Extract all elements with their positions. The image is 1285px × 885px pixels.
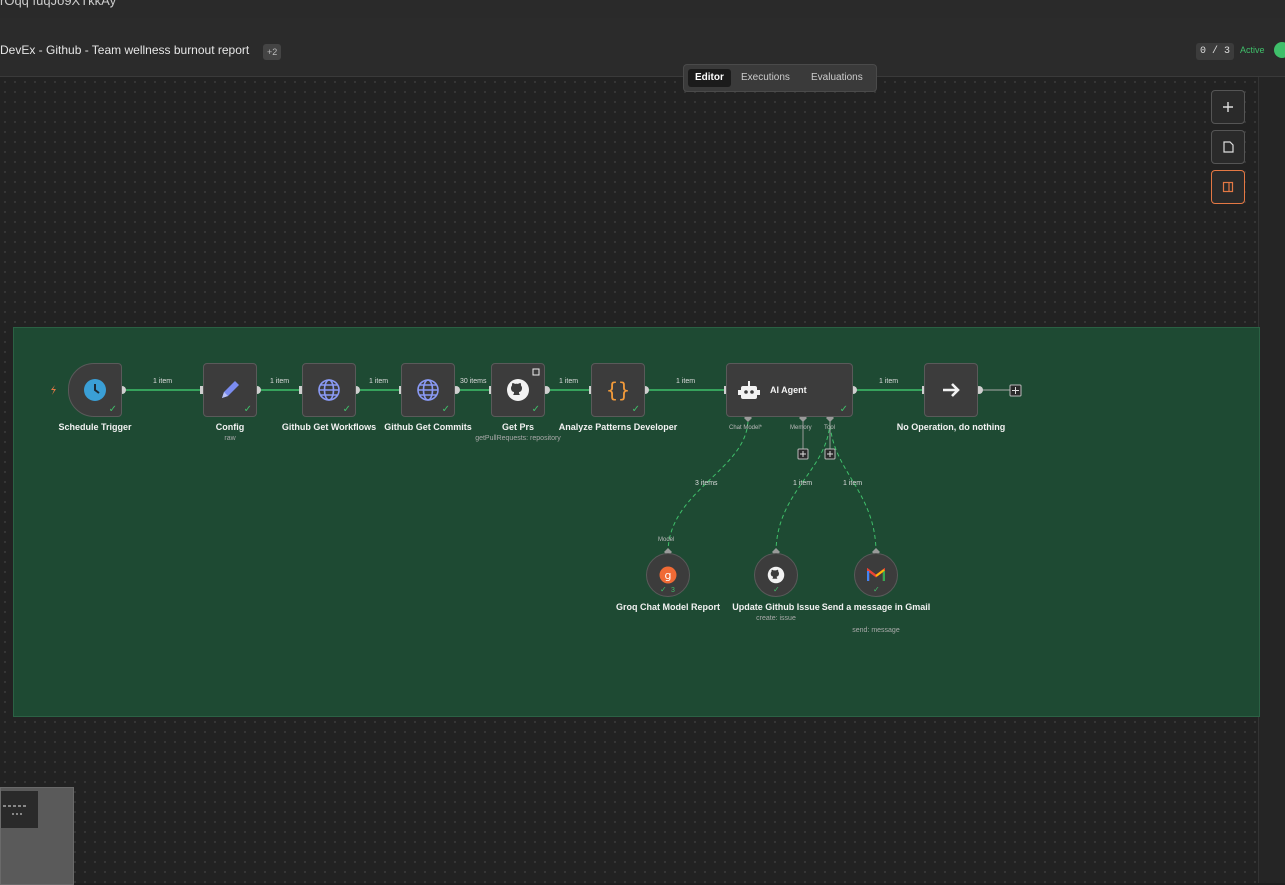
node-send-gmail-message[interactable]: ✓ bbox=[854, 553, 898, 597]
groq-icon: g bbox=[659, 566, 677, 584]
node-no-operation[interactable] bbox=[924, 363, 978, 417]
node-update-github-issue[interactable]: ✓ bbox=[754, 553, 798, 597]
node-label: No Operation, do nothing bbox=[896, 422, 1006, 432]
success-check-icon: ✓ bbox=[839, 404, 848, 415]
edge-label: 1 item bbox=[153, 378, 173, 385]
node-subtitle: create: issue bbox=[756, 615, 796, 622]
minimap-viewport[interactable] bbox=[1, 791, 38, 828]
success-check-icon: ✓ bbox=[441, 404, 450, 415]
tab-evaluations[interactable]: Evaluations bbox=[804, 69, 870, 87]
node-label: Analyze Patterns Developer bbox=[558, 422, 678, 432]
port-label-model: Model bbox=[658, 537, 675, 543]
port-label-memory: Memory bbox=[790, 425, 812, 431]
robot-icon bbox=[738, 381, 760, 399]
edge-label: 1 item bbox=[369, 378, 389, 385]
node-subtitle: getPullRequests: repository bbox=[475, 435, 561, 442]
edge-label: 3 items bbox=[695, 480, 718, 487]
run-count-badge: 3 bbox=[671, 587, 675, 594]
edge-label: 30 items bbox=[460, 378, 487, 385]
success-check-icon: ✓ bbox=[873, 585, 880, 594]
success-check-icon: ✓ bbox=[342, 404, 351, 415]
edge-label: 1 item bbox=[879, 378, 899, 385]
edge-label: 1 item bbox=[793, 480, 813, 487]
edge-label: 1 item bbox=[843, 480, 863, 487]
globe-icon bbox=[417, 379, 439, 401]
node-config[interactable]: ✓ bbox=[203, 363, 257, 417]
svg-text:g: g bbox=[665, 569, 672, 582]
view-tabs: Editor Executions Evaluations bbox=[683, 64, 877, 92]
globe-icon bbox=[318, 379, 340, 401]
node-label: Schedule Trigger bbox=[58, 422, 132, 432]
success-check-icon: ✓ bbox=[108, 404, 117, 415]
code-braces-icon: {} bbox=[606, 378, 630, 402]
node-get-prs[interactable]: ✓ bbox=[491, 363, 545, 417]
success-check-icon: ✓ bbox=[660, 585, 667, 594]
node-groq-chat-model[interactable]: g ✓ 3 bbox=[646, 553, 690, 597]
gmail-icon bbox=[867, 568, 885, 581]
success-check-icon: ✓ bbox=[531, 404, 540, 415]
arrow-right-icon bbox=[943, 383, 960, 397]
pencil-icon bbox=[222, 381, 239, 398]
github-icon bbox=[507, 379, 529, 401]
github-icon bbox=[767, 566, 785, 584]
svg-text:{}: {} bbox=[606, 378, 630, 402]
success-check-icon: ✓ bbox=[631, 404, 640, 415]
tab-executions[interactable]: Executions bbox=[734, 69, 797, 87]
node-subtitle: send: message bbox=[852, 627, 900, 634]
node-subtitle: raw bbox=[224, 435, 236, 442]
edge-label: 1 item bbox=[270, 378, 290, 385]
pin-icon[interactable] bbox=[532, 368, 540, 376]
success-check-icon: ✓ bbox=[243, 404, 252, 415]
port-label-chat-model: Chat Model* bbox=[729, 425, 763, 431]
minimap-nodes bbox=[3, 805, 26, 815]
tab-editor[interactable]: Editor bbox=[688, 69, 731, 87]
node-label: Send a message in Gmail bbox=[821, 602, 931, 612]
clock-icon bbox=[84, 379, 106, 401]
node-ai-agent[interactable]: AI Agent ✓ bbox=[726, 363, 853, 417]
node-github-get-workflows[interactable]: ✓ bbox=[302, 363, 356, 417]
node-analyze-patterns-developer[interactable]: {} ✓ bbox=[591, 363, 645, 417]
canvas-minimap[interactable] bbox=[0, 787, 74, 885]
node-label: AI Agent bbox=[770, 385, 807, 395]
edge-label: 1 item bbox=[559, 378, 579, 385]
edge-label: 1 item bbox=[676, 378, 696, 385]
robot-icon-wrap bbox=[737, 380, 761, 407]
node-schedule-trigger[interactable]: ✓ bbox=[68, 363, 122, 417]
success-check-icon: ✓ bbox=[773, 585, 780, 594]
trigger-bolt-icon bbox=[51, 385, 56, 395]
port-label-tool: Tool bbox=[824, 425, 836, 431]
node-github-get-commits[interactable]: ✓ bbox=[401, 363, 455, 417]
